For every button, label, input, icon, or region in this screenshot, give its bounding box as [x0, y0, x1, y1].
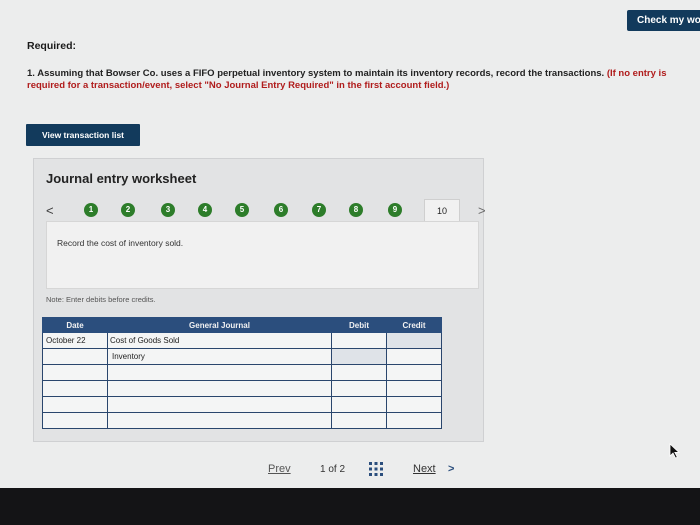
- debit-cell[interactable]: [331, 348, 387, 365]
- transaction-description: Record the cost of inventory sold.: [57, 238, 184, 248]
- account-cell[interactable]: Inventory: [107, 348, 332, 365]
- credit-cell[interactable]: [386, 364, 442, 381]
- screen: Check my wo Required: 1. Assuming that B…: [0, 0, 700, 488]
- transaction-description-box: Record the cost of inventory sold.: [46, 221, 479, 289]
- account-cell[interactable]: [107, 364, 332, 381]
- prev-page-link[interactable]: Prev: [268, 463, 291, 475]
- worksheet-title: Journal entry worksheet: [46, 171, 197, 186]
- date-cell[interactable]: [42, 380, 108, 397]
- general-journal-table: Date General Journal Debit Credit Octobe…: [42, 317, 442, 429]
- step-6[interactable]: 6: [274, 203, 288, 217]
- table-row: Inventory: [42, 348, 442, 365]
- next-page-arrow[interactable]: >: [448, 463, 454, 475]
- date-cell[interactable]: October 22: [42, 332, 108, 349]
- debit-cell[interactable]: [331, 364, 387, 381]
- account-cell[interactable]: Cost of Goods Sold: [107, 332, 332, 349]
- entry-note: Note: Enter debits before credits.: [46, 295, 156, 304]
- step-10-current[interactable]: 10: [424, 199, 460, 222]
- step-3[interactable]: 3: [161, 203, 175, 217]
- grid-icon[interactable]: [368, 461, 384, 477]
- step-5[interactable]: 5: [235, 203, 249, 217]
- page-indicator: 1 of 2: [320, 464, 346, 475]
- step-7[interactable]: 7: [312, 203, 326, 217]
- table-row: [42, 412, 442, 429]
- date-cell[interactable]: [42, 364, 108, 381]
- account-cell[interactable]: [107, 396, 332, 413]
- table-row: [42, 364, 442, 381]
- step-4[interactable]: 4: [198, 203, 212, 217]
- instruction-text: 1. Assuming that Bowser Co. uses a FIFO …: [27, 68, 605, 79]
- table-row: October 22 Cost of Goods Sold: [42, 332, 442, 349]
- credit-cell[interactable]: [386, 348, 442, 365]
- date-cell[interactable]: [42, 412, 108, 429]
- step-2[interactable]: 2: [121, 203, 135, 217]
- credit-cell[interactable]: [386, 332, 442, 349]
- date-cell[interactable]: [42, 396, 108, 413]
- debit-cell[interactable]: [331, 396, 387, 413]
- debit-cell[interactable]: [331, 332, 387, 349]
- credit-cell[interactable]: [386, 380, 442, 397]
- next-step-arrow[interactable]: >: [478, 203, 486, 218]
- debit-cell[interactable]: [331, 412, 387, 429]
- step-1[interactable]: 1: [84, 203, 98, 217]
- debit-cell[interactable]: [331, 380, 387, 397]
- mouse-cursor-icon: [669, 443, 681, 459]
- date-column-header: Date: [42, 317, 108, 333]
- account-cell[interactable]: [107, 380, 332, 397]
- date-cell[interactable]: [42, 348, 108, 365]
- general-journal-column-header: General Journal: [107, 317, 332, 333]
- debit-column-header: Debit: [331, 317, 387, 333]
- journal-entry-worksheet: Journal entry worksheet < 1 2 3 4 5 6 7 …: [33, 158, 486, 442]
- credit-column-header: Credit: [386, 317, 442, 333]
- prev-step-arrow[interactable]: <: [46, 203, 54, 218]
- table-row: [42, 380, 442, 397]
- view-transaction-list-button[interactable]: View transaction list: [26, 124, 140, 146]
- step-8[interactable]: 8: [349, 203, 363, 217]
- bottom-bar: [0, 488, 700, 525]
- required-label: Required:: [27, 40, 77, 52]
- credit-cell[interactable]: [386, 412, 442, 429]
- table-row: [42, 396, 442, 413]
- instructions: 1. Assuming that Bowser Co. uses a FIFO …: [27, 68, 697, 92]
- check-my-work-button[interactable]: Check my wo: [627, 10, 700, 31]
- account-cell[interactable]: [107, 412, 332, 429]
- credit-cell[interactable]: [386, 396, 442, 413]
- step-9[interactable]: 9: [388, 203, 402, 217]
- next-page-link[interactable]: Next: [413, 463, 436, 475]
